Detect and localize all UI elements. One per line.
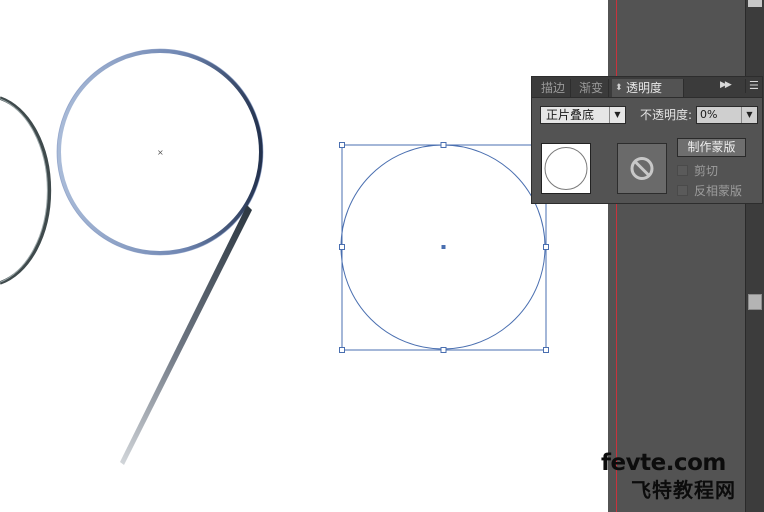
invert-mask-label: 反相蒙版 bbox=[694, 184, 743, 198]
left-ring-shape[interactable] bbox=[0, 96, 52, 285]
transparency-panel: 描边 渐变 ⬍ 透明度 ▶▶ ☰ 正片叠底 ▼ 不透明度: 0% ▼ 制作蒙版 … bbox=[531, 76, 763, 204]
scroll-thumb[interactable] bbox=[748, 294, 762, 310]
handle-bottom-right[interactable] bbox=[543, 347, 549, 353]
watermark: fevte.com 飞特教程网 bbox=[601, 450, 761, 505]
ring-center-mark: × bbox=[157, 148, 164, 157]
double-chevron-right-icon[interactable]: ▶▶ bbox=[720, 80, 732, 90]
handle-right[interactable] bbox=[543, 244, 549, 250]
handle-bottom[interactable] bbox=[440, 347, 447, 353]
blend-mode-dropdown[interactable]: 正片叠底 ▼ bbox=[540, 106, 626, 124]
tab-transparency[interactable]: ⬍ 透明度 bbox=[612, 79, 684, 97]
up-down-arrows-icon[interactable]: ⬍ bbox=[615, 79, 623, 97]
clip-checkbox[interactable] bbox=[677, 165, 688, 176]
nine-tail-shape[interactable] bbox=[120, 205, 252, 465]
tab-transparency-label: 透明度 bbox=[626, 81, 663, 95]
watermark-url: fevte.com bbox=[601, 450, 726, 476]
chevron-down-icon[interactable]: ▼ bbox=[609, 107, 625, 123]
handle-bottom-left[interactable] bbox=[339, 347, 345, 353]
handle-top[interactable] bbox=[440, 142, 447, 148]
invert-mask-checkbox[interactable] bbox=[677, 185, 688, 196]
artwork-canvas[interactable]: × bbox=[0, 0, 608, 512]
clip-label: 剪切 bbox=[694, 164, 719, 178]
panel-menu-icon[interactable]: ☰ bbox=[745, 79, 763, 93]
scroll-top-button[interactable] bbox=[748, 0, 762, 7]
opacity-field[interactable]: 0% ▼ bbox=[696, 106, 758, 124]
opacity-value[interactable]: 0% bbox=[700, 107, 717, 123]
handle-left[interactable] bbox=[339, 244, 345, 250]
clip-option[interactable]: 剪切 bbox=[677, 163, 718, 179]
tab-gradient[interactable]: 渐变 bbox=[574, 79, 610, 97]
tab-stroke[interactable]: 描边 bbox=[536, 79, 572, 97]
selection-center-point bbox=[441, 245, 446, 249]
handle-top-left[interactable] bbox=[339, 142, 345, 148]
chevron-down-icon[interactable]: ▼ bbox=[741, 107, 757, 123]
artboard[interactable]: × bbox=[0, 0, 608, 512]
mask-thumbnail[interactable] bbox=[617, 143, 667, 194]
invert-mask-option[interactable]: 反相蒙版 bbox=[677, 183, 742, 199]
panel-tab-bar: 描边 渐变 ⬍ 透明度 ▶▶ ☰ bbox=[532, 77, 762, 98]
no-mask-icon bbox=[630, 157, 654, 180]
circle-thumbnail-icon bbox=[544, 147, 588, 190]
blend-mode-value: 正片叠底 bbox=[546, 108, 595, 122]
make-mask-button[interactable]: 制作蒙版 bbox=[677, 138, 746, 157]
watermark-site-name: 飞特教程网 bbox=[631, 478, 736, 502]
opacity-label: 不透明度: bbox=[640, 108, 693, 122]
object-thumbnail[interactable] bbox=[541, 143, 591, 194]
